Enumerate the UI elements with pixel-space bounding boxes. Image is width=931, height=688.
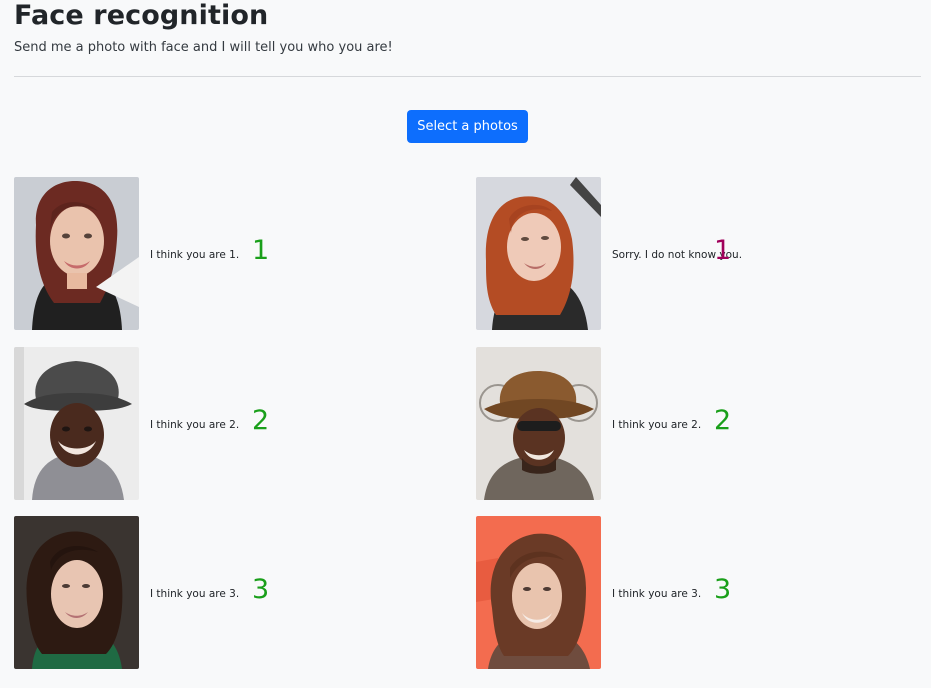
page-subtitle: Send me a photo with face and I will tel… (14, 40, 393, 55)
result-card: I think you are 2. 2 (476, 347, 876, 500)
face-photo (476, 177, 601, 330)
result-id: 2 (714, 405, 732, 436)
result-card: I think you are 2. 2 (14, 347, 414, 500)
header-divider (14, 76, 921, 77)
face-photo (14, 177, 139, 330)
face-photo (14, 516, 139, 669)
result-card: I think you are 1. 1 (14, 177, 414, 330)
result-id: 3 (252, 574, 270, 605)
result-card: I think you are 3. 3 (14, 516, 414, 669)
face-photo (476, 347, 601, 500)
face-photo (14, 347, 139, 500)
result-message: I think you are 1. (150, 249, 240, 261)
face-photo (476, 516, 601, 669)
result-id: 2 (252, 405, 270, 436)
result-card: I think you are 3. 3 (476, 516, 876, 669)
result-card: Sorry. I do not know you. 1 (476, 177, 876, 330)
result-id: 3 (714, 574, 732, 605)
result-message: I think you are 3. (150, 588, 240, 600)
result-message: I think you are 2. (150, 419, 240, 431)
result-id: 1 (252, 235, 270, 266)
select-photos-button[interactable]: Select a photos (407, 110, 528, 143)
page-title: Face recognition (14, 0, 269, 31)
result-message: I think you are 2. (612, 419, 702, 431)
result-message: I think you are 3. (612, 588, 702, 600)
result-id: 1 (714, 235, 732, 266)
face-recognition-page: Face recognition Send me a photo with fa… (0, 0, 931, 688)
